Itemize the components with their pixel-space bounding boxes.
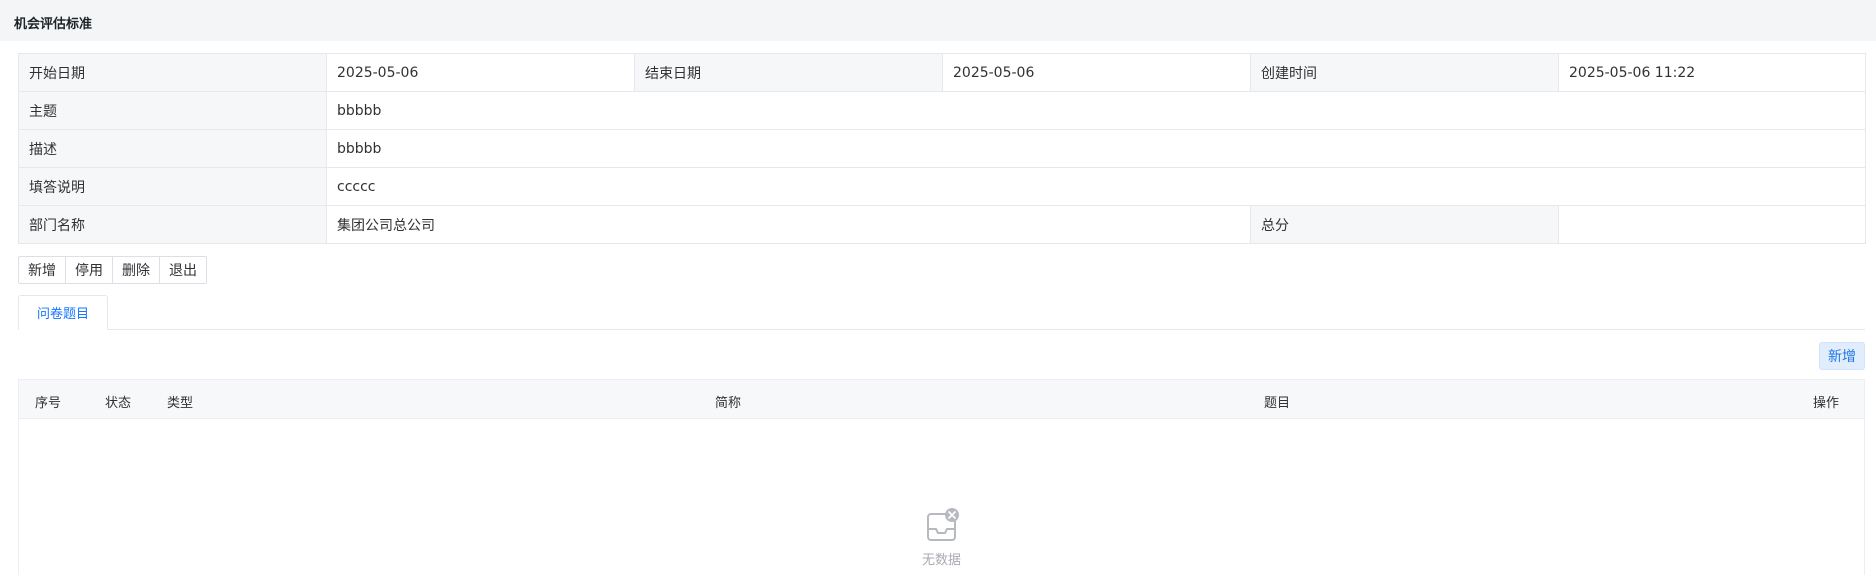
page-title: 机会评估标准 xyxy=(14,17,93,32)
info-table: 开始日期 2025-05-06 结束日期 2025-05-06 创建时间 202… xyxy=(18,53,1866,244)
subject-label: 主题 xyxy=(18,91,327,130)
info-row: 主题 bbbbb xyxy=(18,91,1866,130)
info-row: 描述 bbbbb xyxy=(18,129,1866,168)
department-label: 部门名称 xyxy=(18,205,327,244)
add-button[interactable]: 新增 xyxy=(18,256,66,284)
empty-state: 无数据 xyxy=(19,419,1864,575)
column-header-index[interactable]: 序号 xyxy=(35,392,61,411)
tab-questionnaire-questions[interactable]: 问卷题目 xyxy=(18,295,108,330)
start-date-value: 2025-05-06 xyxy=(326,53,635,92)
add-question-button[interactable]: 新增 xyxy=(1819,342,1865,370)
info-row: 填答说明 ccccc xyxy=(18,167,1866,206)
created-value: 2025-05-06 11:22 xyxy=(1558,53,1866,92)
description-label: 描述 xyxy=(18,129,327,168)
created-label: 创建时间 xyxy=(1250,53,1559,92)
info-row: 部门名称 集团公司总公司 总分 xyxy=(18,205,1866,244)
empty-inbox-icon xyxy=(927,508,959,541)
column-header-actions[interactable]: 操作 xyxy=(1813,392,1839,411)
instructions-label: 填答说明 xyxy=(18,167,327,206)
page-header: 机会评估标准 xyxy=(0,0,1876,41)
column-header-short-name[interactable]: 简称 xyxy=(715,392,741,411)
question-table: 序号 状态 类型 简称 题目 操作 无数据 xyxy=(18,379,1865,575)
empty-text: 无数据 xyxy=(921,553,961,568)
column-header-status[interactable]: 状态 xyxy=(105,392,131,411)
info-row: 开始日期 2025-05-06 结束日期 2025-05-06 创建时间 202… xyxy=(18,53,1866,92)
start-date-label: 开始日期 xyxy=(18,53,327,92)
total-label: 总分 xyxy=(1250,205,1559,244)
instructions-value: ccccc xyxy=(326,167,1866,206)
delete-button[interactable]: 删除 xyxy=(112,256,160,284)
tab-bar: 问卷题目 xyxy=(18,295,1865,330)
total-value xyxy=(1558,205,1866,244)
column-header-type[interactable]: 类型 xyxy=(167,392,193,411)
column-header-question[interactable]: 题目 xyxy=(1264,392,1290,411)
end-date-label: 结束日期 xyxy=(634,53,943,92)
description-value: bbbbb xyxy=(326,129,1866,168)
department-value: 集团公司总公司 xyxy=(326,205,1251,244)
exit-button[interactable]: 退出 xyxy=(159,256,207,284)
disable-button[interactable]: 停用 xyxy=(65,256,113,284)
toolbar: 新增 停用 删除 退出 xyxy=(18,256,207,284)
subject-value: bbbbb xyxy=(326,91,1866,130)
end-date-value: 2025-05-06 xyxy=(942,53,1251,92)
table-header: 序号 状态 类型 简称 题目 操作 xyxy=(19,380,1864,419)
